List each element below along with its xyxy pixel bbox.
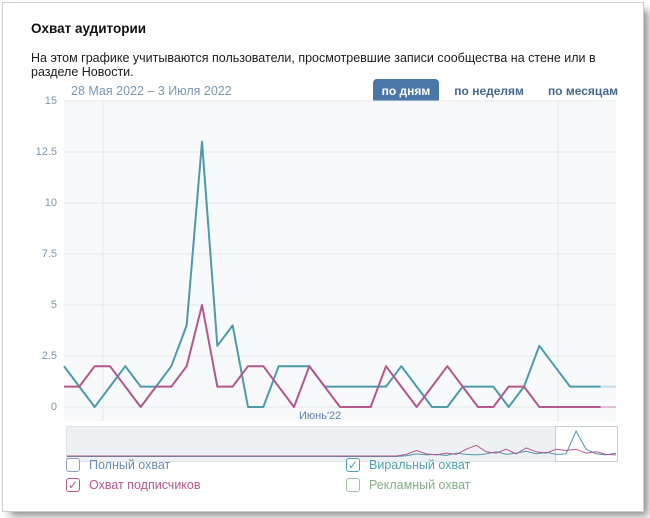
legend-label-viral-reach: Виральный охват [369,458,470,472]
y-tick-label: 12.5 [3,146,57,158]
checkbox-viral-reach[interactable]: ✓ [346,458,360,472]
nav-subs-mini [67,445,616,456]
legend-label-full-reach: Полный охват [89,458,170,472]
chart-description: На этом графике учитываются пользователи… [31,51,643,79]
main-chart-svg[interactable] [64,101,616,421]
tab-by-days[interactable]: по дням [373,79,440,103]
y-axis-labels: 0 2.5 5 7.5 10 12.5 15 [3,3,57,511]
navigator-sparkline-svg [67,427,616,461]
legend-label-subscribers-reach: Охват подписчиков [89,478,201,492]
y-tick-label: 0 [3,401,57,413]
checkbox-ad-reach[interactable] [346,478,360,492]
legend-item-subscribers-reach[interactable]: ✓ Охват подписчиков [66,478,201,492]
tab-by-months[interactable]: по месяцам [539,79,627,103]
reach-stats-card: Охват аудитории На этом графике учитываю… [2,2,644,512]
tab-by-weeks[interactable]: по неделям [445,79,533,103]
y-tick-label: 15 [3,95,57,107]
plot-background [64,101,616,421]
line-viral [64,142,601,407]
y-tick-label: 2.5 [3,350,57,362]
date-range-label: 28 Мая 2022 – 3 Июля 2022 [71,84,232,98]
checkbox-full-reach[interactable] [66,458,80,472]
chart-range-navigator[interactable] [66,426,617,462]
legend-label-ad-reach: Рекламный охват [369,478,471,492]
legend-item-ad-reach[interactable]: Рекламный охват [346,478,471,492]
nav-viral-mini [67,431,616,456]
legend-item-full-reach[interactable]: Полный охват [66,458,170,472]
checkbox-subscribers-reach[interactable]: ✓ [66,478,80,492]
y-tick-label: 5 [3,299,57,311]
line-subscribers [64,305,601,407]
y-tick-label: 7.5 [3,248,57,260]
granularity-tabs: по дням по неделям по месяцам [373,79,627,103]
x-axis-month-label: Июнь'22 [299,410,341,422]
y-tick-label: 10 [3,197,57,209]
legend-item-viral-reach[interactable]: ✓ Виральный охват [346,458,470,472]
